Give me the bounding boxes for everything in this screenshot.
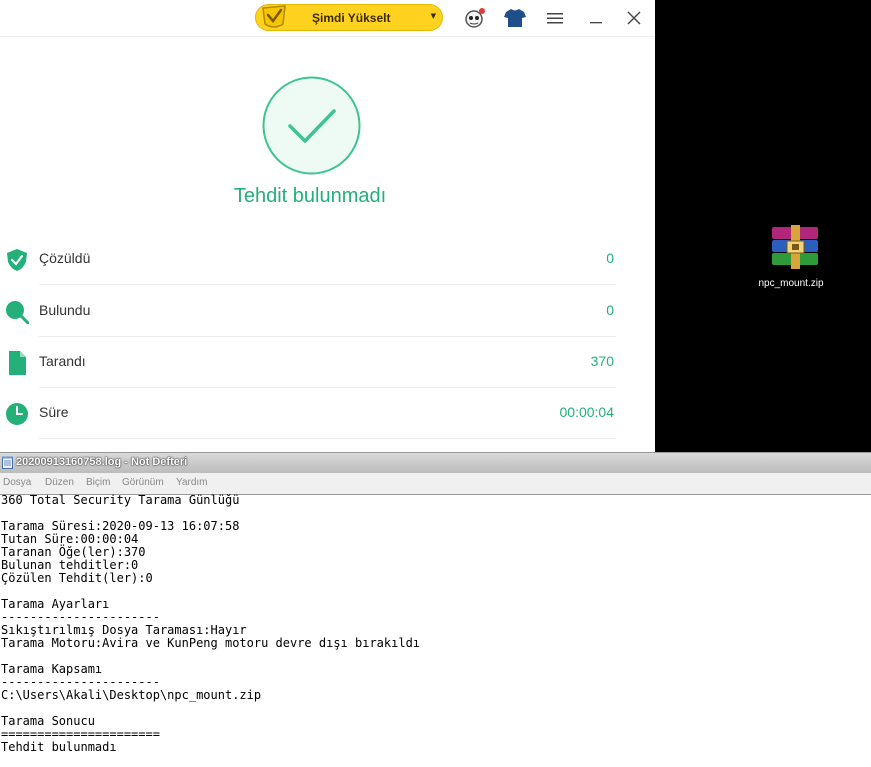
hamburger-menu-icon[interactable]	[543, 6, 567, 30]
close-icon[interactable]	[622, 6, 646, 30]
stat-row-duration: Süre 00:00:04	[0, 388, 616, 439]
winrar-archive-icon	[772, 225, 818, 269]
tshirt-skin-icon[interactable]	[503, 6, 527, 30]
stat-row-resolved: Çözüldü 0	[0, 234, 616, 285]
desktop-background: npc_mount.zip	[655, 0, 871, 452]
shield-check-icon	[7, 249, 27, 271]
premium-badge-icon	[262, 5, 286, 28]
stat-row-scanned: Tarandı 370	[0, 337, 616, 388]
file-name-label: npc_mount.zip	[758, 278, 824, 289]
stat-value: 00:00:04	[559, 404, 615, 420]
stat-label: Çözüldü	[39, 250, 91, 266]
mascot-icon[interactable]	[463, 6, 487, 30]
document-icon	[9, 351, 26, 375]
clock-icon	[6, 403, 28, 425]
stat-value: 0	[606, 250, 614, 266]
divider	[39, 438, 616, 439]
menu-edit[interactable]: Düzen	[45, 477, 74, 488]
checkmark-success-icon	[262, 76, 361, 175]
magnifier-icon	[6, 301, 29, 324]
divider	[39, 284, 616, 285]
notepad-title: 20200913160758.log - Not Defteri	[16, 456, 188, 468]
notepad-window: 20200913160758.log - Not Defteri Dosya D…	[0, 452, 871, 767]
desktop-file-zip[interactable]: npc_mount.zip	[745, 225, 845, 289]
menu-help[interactable]: Yardım	[176, 477, 208, 488]
stat-row-found: Bulundu 0	[0, 286, 616, 337]
notepad-icon	[2, 456, 13, 469]
upgrade-label: Şimdi Yükselt	[312, 11, 391, 25]
menu-file[interactable]: Dosya	[3, 477, 31, 488]
app-titlebar: Şimdi Yükselt ▼	[0, 0, 655, 37]
stat-label: Süre	[39, 404, 69, 420]
stat-label: Tarandı	[39, 353, 86, 369]
stat-label: Bulundu	[39, 302, 91, 318]
menu-view[interactable]: Görünüm	[122, 477, 164, 488]
notepad-text-area[interactable]: 360 Total Security Tarama Günlüğü Tarama…	[1, 494, 869, 766]
security-app-window: Şimdi Yükselt ▼ Tehdit bulunmadı Çözüldü…	[0, 0, 655, 452]
notepad-titlebar[interactable]: 20200913160758.log - Not Defteri	[0, 453, 871, 473]
stat-value: 370	[590, 353, 614, 369]
chevron-down-icon: ▼	[430, 12, 436, 20]
notepad-menubar: Dosya Düzen Biçim Görünüm Yardım	[0, 473, 871, 495]
stat-value: 0	[606, 302, 614, 318]
menu-format[interactable]: Biçim	[86, 477, 110, 488]
upgrade-now-button[interactable]: Şimdi Yükselt ▼	[255, 4, 443, 31]
minimize-icon[interactable]	[584, 6, 608, 30]
result-title: Tehdit bulunmadı	[233, 185, 387, 207]
